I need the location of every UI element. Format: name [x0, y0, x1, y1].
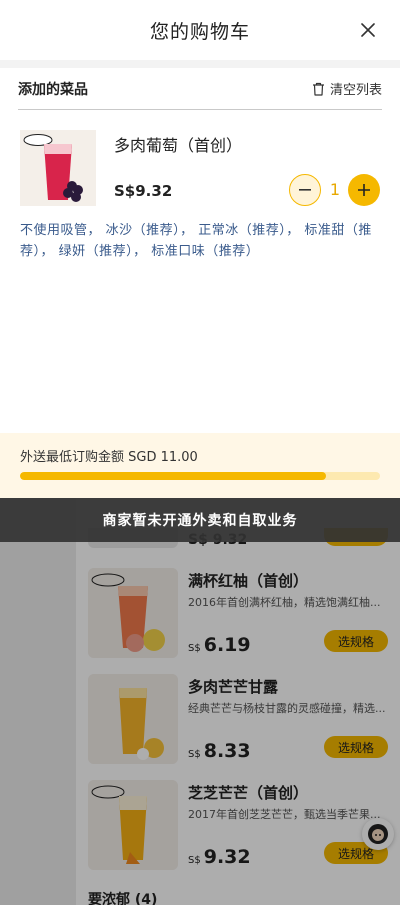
quantity-value: 1	[329, 180, 341, 199]
cart-section-header: 添加的菜品 清空列表	[18, 68, 382, 110]
minus-icon[interactable]	[289, 174, 321, 206]
cart-item: 多肉葡萄（首创） S$9.32 1	[20, 130, 382, 220]
trash-icon	[312, 82, 324, 96]
cart-item-name: 多肉葡萄（首创）	[114, 136, 243, 155]
clear-list-button[interactable]: 清空列表	[312, 79, 382, 98]
minimum-order-bar: 外送最低订购金额 SGD 11.00	[0, 433, 400, 498]
section-title: 添加的菜品	[18, 81, 88, 98]
cart-header: 您的购物车	[0, 0, 400, 60]
service-notice: 商家暂未开通外卖和自取业务	[0, 498, 400, 542]
cart-title: 您的购物车	[149, 20, 250, 43]
cart-item-options: 不使用吸管， 冰沙（推荐）， 正常冰（推荐）， 标准甜（推荐）， 绿妍（推荐），…	[20, 223, 372, 259]
minimum-order-progress	[20, 472, 380, 480]
progress-fill	[20, 472, 326, 480]
plus-icon[interactable]	[348, 174, 380, 206]
cart-sheet: 您的购物车 添加的菜品 清空列表 多肉葡萄（首创） S$9.32 1 不使用吸管…	[0, 0, 400, 498]
cart-item-image	[20, 130, 96, 206]
close-icon[interactable]	[354, 16, 382, 44]
cart-item-price: S$9.32	[114, 182, 173, 200]
clear-list-label: 清空列表	[329, 83, 382, 98]
divider	[0, 60, 400, 68]
minimum-order-text: 外送最低订购金额 SGD 11.00	[20, 450, 198, 465]
